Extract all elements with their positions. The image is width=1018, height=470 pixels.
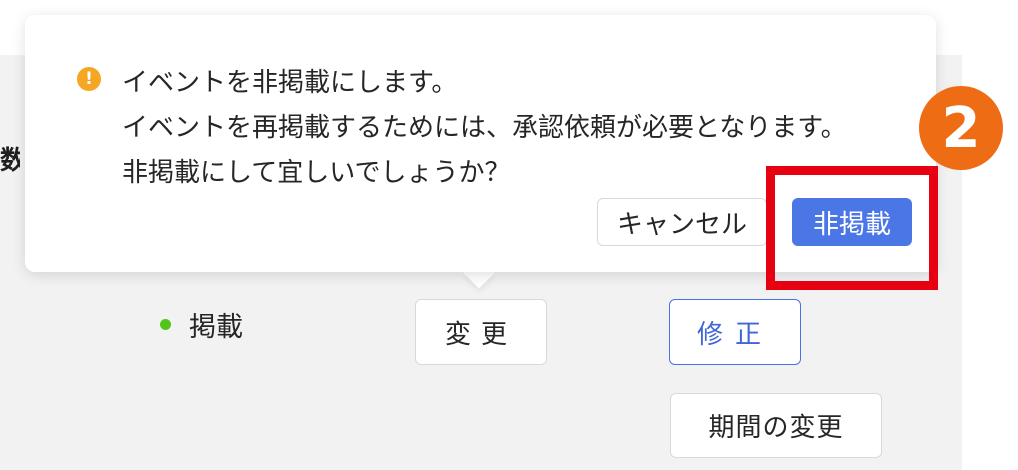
cancel-button[interactable]: キャンセル: [597, 198, 767, 246]
cut-off-label: 数: [0, 146, 20, 176]
status-label: 掲載: [189, 312, 243, 343]
popover-message-line-3: 非掲載にして宜しいでしょうか？: [122, 158, 511, 188]
warning-icon: !: [77, 67, 101, 91]
change-period-button[interactable]: 期間の変更: [670, 393, 882, 458]
popover-message-line-2: イベントを再掲載するためには、承認依頼が必要となります。: [122, 113, 847, 143]
edit-button[interactable]: 修正: [669, 299, 801, 365]
status-dot-icon: [160, 319, 171, 330]
highlight-frame: [766, 166, 938, 290]
popover-message-line-1: イベントを非掲載にします。: [122, 68, 458, 98]
step-number-badge: 2: [919, 86, 1003, 170]
change-button[interactable]: 変更: [415, 299, 547, 365]
status-indicator: 掲載: [160, 305, 243, 344]
